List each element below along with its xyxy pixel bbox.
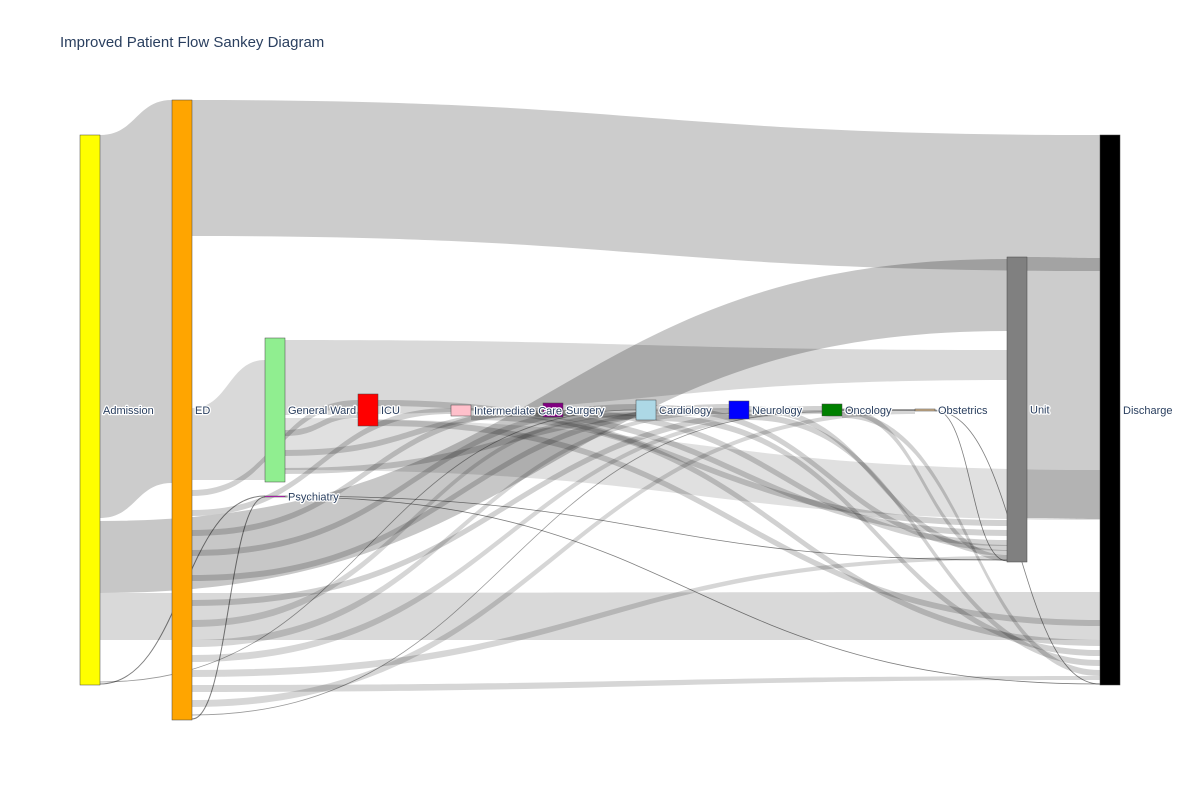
- sankey-node-psychiatry[interactable]: [264, 495, 286, 498]
- node-label-icu: ICU: [381, 405, 400, 417]
- node-label-neurology: Neurology: [752, 405, 803, 417]
- sankey-node-general-ward[interactable]: [264, 337, 286, 483]
- sankey-node-unit[interactable]: [1006, 256, 1028, 563]
- node-label-obstetrics: Obstetrics: [938, 405, 988, 417]
- node-label-psychiatry: Psychiatry: [288, 492, 339, 504]
- node-label-general-ward: General Ward: [288, 405, 356, 417]
- node-label-discharge: Discharge: [1123, 405, 1173, 417]
- sankey-link-0[interactable]: [100, 100, 172, 518]
- node-label-unit: Unit: [1030, 405, 1050, 417]
- sankey-node-icu[interactable]: [357, 393, 379, 427]
- node-label-oncology: Oncology: [845, 405, 892, 417]
- node-label-cardiology: Cardiology: [659, 405, 712, 417]
- sankey-node-ed[interactable]: [171, 99, 193, 721]
- sankey-node-neurology[interactable]: [728, 400, 750, 420]
- sankey-node-admission[interactable]: [79, 134, 101, 686]
- sankey-node-obstetrics[interactable]: [914, 408, 936, 412]
- node-label-ed: ED: [195, 405, 210, 417]
- node-label-intermediate: Intermediate Care: [474, 406, 562, 418]
- sankey-link-1[interactable]: [192, 100, 1100, 271]
- sankey-diagram: Admission ED General Ward ICU Intermediate C…: [79, 99, 1174, 721]
- sankey-node-oncology[interactable]: [821, 403, 843, 417]
- node-label-admission: Admission: [103, 405, 154, 417]
- sankey-node-intermediate[interactable]: [450, 404, 472, 417]
- sankey-node-discharge[interactable]: [1099, 134, 1121, 686]
- node-label-surgery: Surgery: [566, 405, 605, 417]
- sankey-link-5[interactable]: [192, 360, 265, 480]
- sankey-node-cardiology[interactable]: [635, 399, 657, 421]
